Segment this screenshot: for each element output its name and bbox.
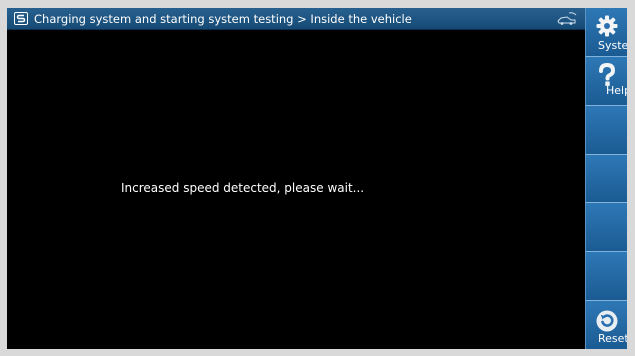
content-area: Increased speed detected, please wait...	[7, 30, 585, 349]
function-sidebar: System Help Reset	[585, 8, 627, 349]
system-label: System	[598, 39, 627, 52]
sidebar-blank-button-3[interactable]	[585, 203, 627, 253]
reset-button[interactable]: Reset	[585, 301, 627, 349]
vehicle-connection-icon	[557, 12, 577, 25]
status-message: Increased speed detected, please wait...	[121, 181, 365, 195]
help-button[interactable]: Help	[585, 56, 627, 106]
reset-icon	[596, 310, 618, 332]
gear-icon	[596, 15, 618, 37]
sidebar-blank-button-4[interactable]	[585, 252, 627, 302]
system-button[interactable]: System	[585, 8, 627, 57]
app-logo-icon	[14, 12, 28, 25]
help-label: Help	[606, 83, 627, 97]
title-bar: Charging system and starting system test…	[7, 8, 585, 30]
device-screen: Charging system and starting system test…	[7, 8, 627, 349]
sidebar-blank-button-2[interactable]	[585, 154, 627, 204]
page-title: Charging system and starting system test…	[34, 11, 412, 26]
sidebar-blank-button-1[interactable]	[585, 105, 627, 155]
reset-label: Reset	[598, 332, 627, 346]
